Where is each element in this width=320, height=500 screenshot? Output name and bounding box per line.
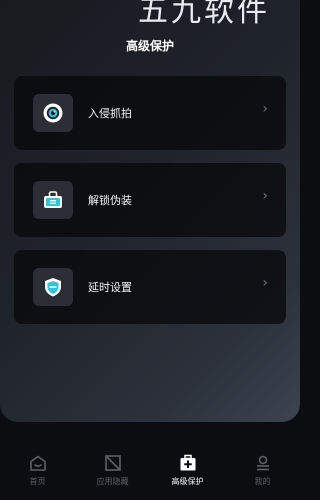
tab-mine[interactable]: 我的 [225,445,300,500]
hide-app-icon [104,455,121,471]
card-icon-box [33,268,73,306]
chevron-right-icon: › [262,275,268,291]
chevron-right-icon: › [262,101,268,117]
profile-icon [256,455,269,471]
card-intrusion-capture[interactable]: 入侵抓拍 › [14,76,286,150]
card-label: 解锁伪装 [88,194,132,207]
app-screen: 五九软件 高级保护 入侵抓拍 › 解锁伪装 › 延时设置 › 首页 应用隐藏 高… [0,0,300,500]
camera-lens-icon [43,103,63,123]
card-label: 入侵抓拍 [88,107,132,120]
card-icon-box [33,94,73,132]
briefcase-icon [44,191,62,208]
brand-watermark: 五九软件 [138,0,270,29]
chevron-right-icon: › [262,188,268,204]
tab-home[interactable]: 首页 [0,445,75,500]
tab-label: 首页 [29,477,46,486]
content-panel: 五九软件 高级保护 入侵抓拍 › 解锁伪装 › 延时设置 › [0,0,300,422]
home-icon [29,455,46,471]
page-title: 高级保护 [125,39,174,53]
tab-label: 我的 [254,477,271,486]
bottom-tab-bar: 首页 应用隐藏 高级保护 我的 [0,445,300,500]
card-unlock-disguise[interactable]: 解锁伪装 › [14,163,286,237]
card-delay-settings[interactable]: 延时设置 › [14,250,286,324]
tab-app-hiding[interactable]: 应用隐藏 [75,445,150,500]
medical-plus-icon [180,454,195,471]
card-icon-box [33,181,73,219]
tab-advanced-protection[interactable]: 高级保护 [150,445,225,500]
tab-label: 高级保护 [171,477,204,486]
card-label: 延时设置 [88,281,132,294]
shield-icon [45,278,61,297]
tab-label: 应用隐藏 [96,477,129,486]
